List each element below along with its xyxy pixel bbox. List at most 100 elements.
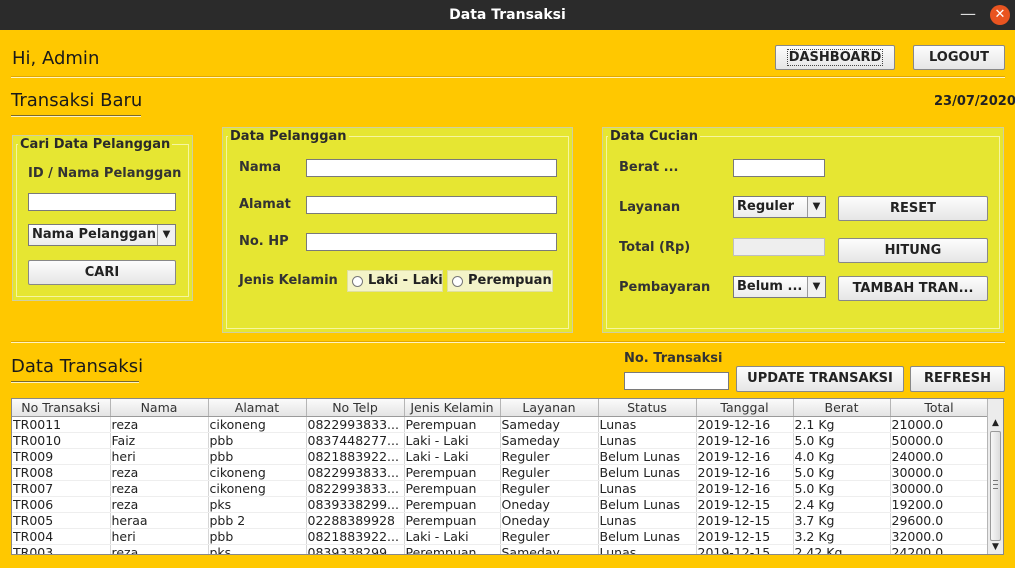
table-cell[interactable]: Perempuan [404, 464, 501, 481]
table-cell[interactable]: 4.0 Kg [793, 448, 891, 465]
nama-field[interactable] [306, 159, 557, 177]
table-row[interactable]: TR003 reza pks 0839338299... Perempuan Sameda… [12, 544, 989, 554]
table-cell[interactable]: Laki - Laki [404, 528, 501, 545]
col-alamat[interactable]: Alamat [208, 399, 307, 417]
table-cell[interactable]: pbb [208, 528, 307, 545]
table-cell[interactable]: 30000.0 [890, 480, 989, 497]
col-no-transaksi[interactable]: No Transaksi [12, 399, 111, 417]
col-status[interactable]: Status [598, 399, 697, 417]
pembayaran-combo[interactable]: Belum ... ▼ [733, 276, 826, 298]
table-cell[interactable]: cikoneng [208, 464, 307, 481]
table-cell[interactable]: 2019-12-15 [696, 512, 794, 529]
scroll-down-icon[interactable]: ▼ [988, 540, 1003, 554]
col-jenis-kelamin[interactable]: Jenis Kelamin [404, 399, 501, 417]
table-cell[interactable]: Oneday [500, 496, 599, 513]
table-row[interactable]: TR0010 Faiz pbb 0837448277... Laki - Laki Sam… [12, 432, 989, 449]
table-cell[interactable]: pbb [208, 448, 307, 465]
cari-by-combo[interactable]: Nama Pelanggan ▼ [28, 224, 176, 246]
table-cell[interactable]: cikoneng [208, 416, 307, 433]
col-total[interactable]: Total [890, 399, 989, 417]
table-cell[interactable]: pbb 2 [208, 512, 307, 529]
alamat-field[interactable] [306, 196, 557, 214]
col-no-telp[interactable]: No Telp [306, 399, 405, 417]
table-cell[interactable]: Perempuan [404, 416, 501, 433]
minimize-icon[interactable]: — [960, 4, 976, 23]
table-cell[interactable]: cikoneng [208, 480, 307, 497]
table-cell[interactable]: 0822993833... [306, 480, 405, 497]
table-cell[interactable]: pbb [208, 432, 307, 449]
table-scrollbar[interactable]: ▲ ▼ [987, 399, 1003, 554]
table-cell[interactable]: 2019-12-16 [696, 464, 794, 481]
table-cell[interactable]: 2019-12-15 [696, 496, 794, 513]
chevron-down-icon[interactable]: ▼ [157, 225, 175, 245]
table-cell[interactable]: 24200.0 [890, 544, 989, 554]
table-row[interactable]: TR009 heri pbb 0821883922... Laki - Laki Regu… [12, 448, 989, 465]
table-cell[interactable]: TR006 [12, 496, 111, 513]
table-cell[interactable]: heri [110, 528, 209, 545]
table-cell[interactable]: 0837448277... [306, 432, 405, 449]
table-cell[interactable]: Lunas [598, 544, 697, 554]
table-cell[interactable]: Lunas [598, 416, 697, 433]
col-layanan[interactable]: Layanan [500, 399, 599, 417]
table-cell[interactable]: Belum Lunas [598, 496, 697, 513]
table-row[interactable]: TR007 reza cikoneng 0822993833... Perempuan R… [12, 480, 989, 497]
table-cell[interactable]: TR0010 [12, 432, 111, 449]
table-cell[interactable]: Reguler [500, 480, 599, 497]
table-cell[interactable]: 2019-12-15 [696, 528, 794, 545]
table-cell[interactable]: 0839338299... [306, 544, 405, 554]
table-cell[interactable]: Sameday [500, 432, 599, 449]
table-cell[interactable]: 3.7 Kg [793, 512, 891, 529]
table-cell[interactable]: 5.0 Kg [793, 464, 891, 481]
tambah-transaksi-button[interactable]: TAMBAH TRAN... [838, 276, 988, 301]
table-cell[interactable]: 24000.0 [890, 448, 989, 465]
table-cell[interactable]: 2019-12-16 [696, 448, 794, 465]
table-cell[interactable]: 0822993833... [306, 416, 405, 433]
scroll-thumb[interactable] [990, 431, 1001, 541]
table-cell[interactable]: 02288389928 [306, 512, 405, 529]
table-cell[interactable]: heraa [110, 512, 209, 529]
table-cell[interactable]: Laki - Laki [404, 432, 501, 449]
table-cell[interactable]: Perempuan [404, 480, 501, 497]
table-cell[interactable]: TR004 [12, 528, 111, 545]
table-cell[interactable]: 2019-12-16 [696, 480, 794, 497]
table-cell[interactable]: Belum Lunas [598, 448, 697, 465]
table-cell[interactable]: 2019-12-16 [696, 432, 794, 449]
table-cell[interactable]: 2019-12-16 [696, 416, 794, 433]
close-icon[interactable]: ✕ [990, 5, 1010, 25]
table-cell[interactable]: Sameday [500, 544, 599, 554]
table-cell[interactable]: 0839338299... [306, 496, 405, 513]
table-cell[interactable]: reza [110, 544, 209, 554]
table-cell[interactable]: Belum Lunas [598, 528, 697, 545]
table-cell[interactable]: heri [110, 448, 209, 465]
table-cell[interactable]: 29600.0 [890, 512, 989, 529]
col-tanggal[interactable]: Tanggal [696, 399, 794, 417]
table-row[interactable]: TR004 heri pbb 0821883922... Laki - Laki Regu… [12, 528, 989, 545]
table-cell[interactable]: reza [110, 496, 209, 513]
transaksi-table[interactable]: No Transaksi Nama Alamat No Telp Jenis K… [11, 398, 1004, 555]
table-cell[interactable]: 21000.0 [890, 416, 989, 433]
table-cell[interactable]: TR009 [12, 448, 111, 465]
table-cell[interactable]: 2.4 Kg [793, 496, 891, 513]
table-cell[interactable]: 50000.0 [890, 432, 989, 449]
berat-field[interactable] [733, 159, 825, 177]
table-cell[interactable]: reza [110, 480, 209, 497]
col-nama[interactable]: Nama [110, 399, 209, 417]
hitung-button[interactable]: HITUNG [838, 238, 988, 263]
table-cell[interactable]: Lunas [598, 480, 697, 497]
table-cell[interactable]: Perempuan [404, 496, 501, 513]
dashboard-button[interactable]: DASHBOARD [775, 45, 895, 70]
table-cell[interactable]: TR003 [12, 544, 111, 554]
no-transaksi-field[interactable] [624, 372, 729, 390]
table-row[interactable]: TR005 heraa pbb 2 02288389928 Perempuan Oneda… [12, 512, 989, 529]
table-row[interactable]: TR006 reza pks 0839338299... Perempuan Oneday… [12, 496, 989, 513]
table-cell[interactable]: Lunas [598, 512, 697, 529]
chevron-down-icon[interactable]: ▼ [807, 277, 825, 297]
table-cell[interactable]: Reguler [500, 528, 599, 545]
table-cell[interactable]: 2019-12-15 [696, 544, 794, 554]
logout-button[interactable]: LOGOUT [913, 45, 1005, 70]
layanan-combo[interactable]: Reguler ▼ [733, 196, 826, 218]
table-cell[interactable]: 3.2 Kg [793, 528, 891, 545]
table-cell[interactable]: reza [110, 464, 209, 481]
cari-button[interactable]: CARI [28, 260, 176, 285]
table-cell[interactable]: Perempuan [404, 544, 501, 554]
